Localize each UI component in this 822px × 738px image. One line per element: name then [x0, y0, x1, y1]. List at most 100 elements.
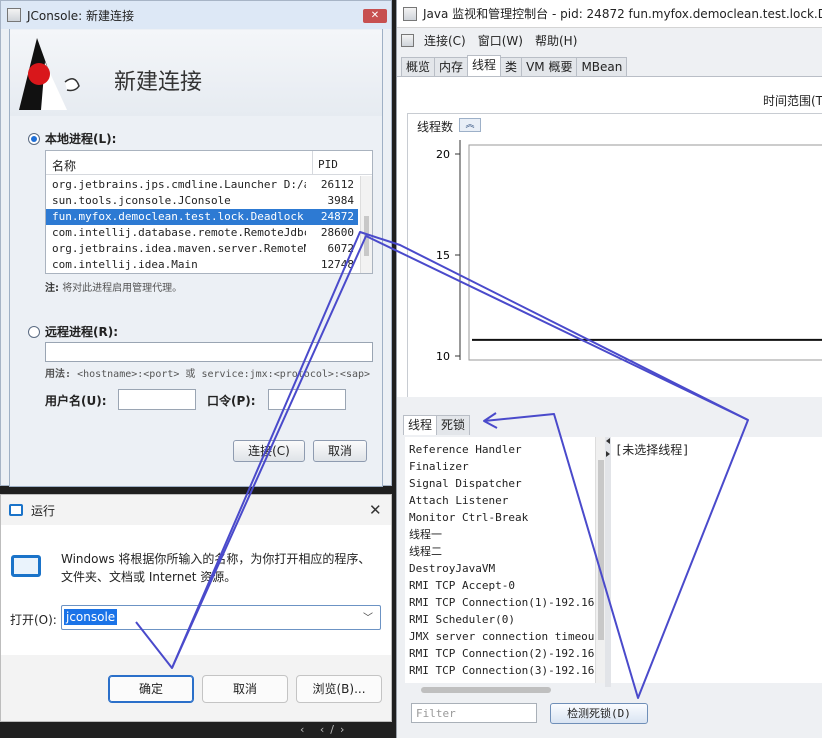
open-label: 打开(O): [10, 613, 57, 627]
chart-plot-area [468, 144, 822, 361]
process-row[interactable]: sun.tools.jconsole.JConsole 3984 [46, 193, 358, 209]
cancel-button[interactable]: 取消 [313, 440, 367, 462]
thread-count-chart-svg: 20 15 10 [436, 140, 822, 363]
remote-process-input[interactable] [45, 342, 373, 362]
time-range-label[interactable]: 时间范围(T [763, 92, 822, 109]
thread-list-item[interactable]: RMI TCP Connection(2)-192.168. [409, 645, 602, 662]
run-description-line1: Windows 将根据你所输入的名称，为你打开相应的程序、 [61, 552, 371, 566]
menu-help[interactable]: 帮助(H) [533, 32, 579, 49]
tab-memory[interactable]: 内存 [434, 57, 469, 76]
process-row[interactable]: org.jetbrains.jps.cmdline.Launcher D:/a.… [46, 177, 358, 193]
thread-list-item[interactable]: DestroyJavaVM [409, 560, 602, 577]
taskbar-icons[interactable]: ‹ ‹/› [300, 723, 350, 736]
process-table-header: 名称 PID [46, 151, 372, 175]
thread-list-item[interactable]: Reference Handler [409, 441, 602, 458]
thread-list-item[interactable]: RMI TCP Accept-0 [409, 577, 602, 594]
process-name: com.intellij.idea.Main [52, 258, 198, 271]
thread-detail-panel: [未选择线程] [611, 437, 822, 683]
tab-thread-list[interactable]: 线程 [403, 415, 438, 435]
thread-list-hscroll[interactable] [421, 687, 551, 693]
run-body [1, 525, 391, 655]
process-table-scrollbar[interactable] [360, 176, 372, 273]
run-cancel-button[interactable]: 取消 [202, 675, 288, 703]
thread-list-item[interactable]: JMX server connection timeout [409, 628, 602, 645]
main-tabs: 概览 内存 线程 类 VM 概要 MBean [401, 55, 628, 76]
process-name: com.intellij.database.remote.RemoteJdbc.… [52, 226, 306, 239]
chevron-down-icon[interactable]: ﹀ [363, 609, 373, 624]
process-pid: 6072 [327, 242, 355, 255]
local-process-note: 注: 将对此进程启用管理代理。 [45, 279, 182, 294]
thread-list-item[interactable]: 线程一 [409, 526, 602, 543]
run-titlebar: 运行 [1, 495, 391, 525]
jconsole-new-connection-dialog: JConsole: 新建连接 ✕ 新建连接 本地进程(L): 名称 PID or… [0, 0, 392, 487]
open-input-value[interactable]: jconsole [64, 609, 118, 625]
usage-text: <hostname>:<port> 或 service:jmx:<protoco… [77, 369, 371, 380]
menu-connection[interactable]: 连接(C) [422, 32, 468, 49]
java-app-icon [403, 6, 417, 21]
username-label: 用户名(U): [45, 394, 107, 408]
run-title: 运行 [31, 503, 56, 518]
tab-vm-summary[interactable]: VM 概要 [521, 57, 578, 76]
ok-button[interactable]: 确定 [108, 675, 194, 703]
thread-list-item[interactable]: RMI TCP Connection(1)-192.168. [409, 594, 602, 611]
col-divider [312, 151, 313, 175]
thread-list[interactable]: Reference Handler Finalizer Signal Dispatc… [405, 437, 602, 683]
tab-mbean[interactable]: MBean [576, 57, 628, 76]
taskbar-strip: ‹ ‹/› [0, 722, 396, 738]
lower-tabs: 线程 死锁 [403, 415, 471, 435]
remote-process-radio[interactable] [28, 325, 40, 338]
local-process-radio[interactable] [28, 132, 40, 145]
y-tick-label: 15 [436, 249, 450, 262]
jconsole-close-button[interactable]: ✕ [363, 9, 387, 23]
detect-deadlock-button[interactable]: 检测死锁(D) [550, 703, 648, 724]
local-process-label: 本地进程(L): [45, 132, 117, 146]
thread-list-item[interactable]: Monitor Ctrl-Break [409, 509, 602, 526]
thread-list-item[interactable]: 线程二 [409, 543, 602, 560]
run-app-icon [9, 504, 23, 516]
run-description-line2: 文件夹、文档或 Internet 资源。 [61, 570, 237, 584]
connect-button[interactable]: 连接(C) [233, 440, 305, 462]
java-console-title: Java 监视和管理控制台 - pid: 24872 fun.myfox.dem… [423, 7, 822, 21]
thread-filter-input[interactable]: Filter [411, 703, 537, 723]
chart-expand-button[interactable]: ︽ [459, 118, 481, 132]
jconsole-title: JConsole: 新建连接 [27, 8, 135, 23]
thread-list-item[interactable]: RMI TCP Connection(3)-192.168. [409, 662, 602, 679]
tab-deadlock[interactable]: 死锁 [436, 415, 471, 435]
process-row[interactable]: com.intellij.idea.Main 12748 [46, 257, 358, 273]
thread-list-item[interactable]: Signal Dispatcher [409, 475, 602, 492]
col-header-name[interactable]: 名称 [52, 157, 76, 174]
process-name: fun.myfox.democlean.test.lock.Deadlock [52, 210, 304, 223]
process-name: org.jetbrains.jps.cmdline.Launcher D:/a.… [52, 178, 306, 191]
thread-list-item[interactable]: Attach Listener [409, 492, 602, 509]
duke-mascot-icon [19, 38, 80, 110]
tab-classes[interactable]: 类 [500, 57, 523, 76]
remote-process-option[interactable]: 远程进程(R): [28, 323, 118, 340]
browse-button[interactable]: 浏览(B)... [296, 675, 382, 703]
run-close-icon[interactable]: ✕ [369, 501, 382, 519]
thread-list-item[interactable]: Finalizer [409, 458, 602, 475]
jconsole-titlebar: JConsole: 新建连接 [1, 1, 391, 29]
tab-threads[interactable]: 线程 [467, 55, 502, 76]
y-tick-label: 20 [436, 148, 450, 161]
java-menu-icon [401, 33, 414, 47]
process-name: org.jetbrains.idea.maven.server.RemoteM.… [52, 242, 306, 255]
usage-prefix: 用法: [45, 369, 72, 380]
process-row[interactable]: com.intellij.database.remote.RemoteJdbc.… [46, 225, 358, 241]
thread-list-scroll-thumb[interactable] [598, 460, 604, 640]
process-row[interactable]: fun.myfox.democlean.test.lock.Deadlock 24… [46, 209, 358, 225]
process-pid: 28600 [320, 226, 354, 239]
tab-overview[interactable]: 概览 [401, 57, 436, 76]
process-name: sun.tools.jconsole.JConsole [52, 194, 231, 207]
menu-window[interactable]: 窗口(W) [476, 32, 525, 49]
local-process-option[interactable]: 本地进程(L): [28, 130, 116, 147]
thread-list-item[interactable]: RMI Scheduler(0) [409, 611, 602, 628]
run-dialog: 运行 ✕ Windows 将根据你所输入的名称，为你打开相应的程序、 文件夹、文… [0, 494, 392, 722]
username-input[interactable] [118, 389, 196, 410]
process-pid: 12748 [320, 258, 354, 271]
password-label: 口令(P): [207, 394, 256, 408]
process-row[interactable]: org.jetbrains.idea.maven.server.RemoteM.… [46, 241, 358, 257]
col-header-pid[interactable]: PID [318, 158, 338, 171]
remote-process-label: 远程进程(R): [45, 325, 119, 339]
password-input[interactable] [268, 389, 346, 410]
java-console-menubar: 连接(C) 窗口(W) 帮助(H) [397, 29, 822, 51]
